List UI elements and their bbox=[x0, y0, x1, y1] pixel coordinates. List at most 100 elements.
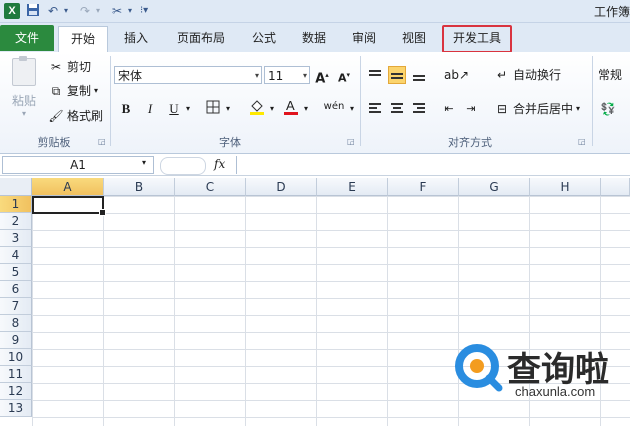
copy-button[interactable]: ⧉ 复制 ▾ bbox=[48, 82, 98, 100]
column-header-h[interactable]: H bbox=[530, 178, 601, 196]
alignment-launcher-icon[interactable]: ◲ bbox=[578, 137, 586, 146]
developer-tab-highlight bbox=[442, 25, 512, 53]
cut-label: 剪切 bbox=[67, 60, 92, 74]
format-painter-button[interactable]: 🖌 格式刷 bbox=[48, 107, 103, 125]
number-format-combo[interactable]: 常规 bbox=[598, 66, 622, 84]
row-header-9[interactable]: 9 bbox=[0, 332, 32, 349]
chevron-down-icon: ▾ bbox=[302, 71, 307, 80]
tools-dropdown-icon[interactable]: ▾ bbox=[128, 3, 132, 19]
borders-icon bbox=[206, 100, 220, 114]
align-middle-button[interactable] bbox=[388, 66, 406, 84]
redo-icon[interactable]: ↷ bbox=[80, 3, 90, 19]
tools-icon[interactable]: ✂ bbox=[112, 3, 122, 19]
row-header-13[interactable]: 13 bbox=[0, 400, 32, 417]
formula-bar-resize-handle[interactable] bbox=[160, 157, 206, 175]
fill-color-dropdown-icon[interactable]: ▾ bbox=[268, 100, 276, 118]
undo-dropdown-icon[interactable]: ▾ bbox=[64, 3, 68, 19]
underline-dropdown-icon[interactable]: ▾ bbox=[184, 100, 192, 118]
tab-home[interactable]: 开始 bbox=[58, 26, 108, 53]
font-name-combo[interactable]: 宋体 ▾ bbox=[114, 66, 262, 84]
tab-view[interactable]: 视图 bbox=[394, 27, 434, 49]
formula-input[interactable] bbox=[236, 156, 630, 174]
tab-data[interactable]: 数据 bbox=[294, 27, 334, 49]
font-color-dropdown-icon[interactable]: ▾ bbox=[302, 100, 310, 118]
paint-bucket-icon bbox=[250, 100, 264, 115]
font-color-button[interactable]: A bbox=[282, 98, 300, 116]
group-separator bbox=[110, 56, 111, 146]
tab-review[interactable]: 审阅 bbox=[344, 27, 384, 49]
align-center-button[interactable] bbox=[388, 100, 406, 118]
phonetic-button[interactable]: wén bbox=[322, 98, 346, 116]
row-header-1[interactable]: 1 bbox=[0, 196, 32, 213]
merge-center-button[interactable]: ⊟ 合并后居中 ▾ bbox=[494, 100, 580, 118]
tab-formulas[interactable]: 公式 bbox=[244, 27, 284, 49]
increase-indent-icon[interactable]: ⇥ bbox=[462, 100, 480, 118]
undo-icon[interactable]: ↶ bbox=[48, 3, 58, 19]
clipboard-launcher-icon[interactable]: ◲ bbox=[98, 137, 106, 146]
phonetic-dropdown-icon[interactable]: ▾ bbox=[348, 100, 356, 118]
align-right-button[interactable] bbox=[410, 100, 428, 118]
copy-icon: ⧉ bbox=[51, 84, 61, 98]
active-cell-a1[interactable] bbox=[32, 196, 106, 216]
fill-handle[interactable] bbox=[99, 209, 106, 216]
cut-button[interactable]: ✂ 剪切 bbox=[48, 58, 91, 76]
orientation-icon[interactable]: ab↗ bbox=[444, 66, 469, 84]
align-top-button[interactable] bbox=[366, 66, 384, 84]
name-box[interactable]: A1 bbox=[2, 156, 154, 174]
italic-button[interactable]: I bbox=[142, 100, 158, 118]
fill-color-button[interactable] bbox=[248, 98, 266, 116]
bold-button[interactable]: B bbox=[118, 100, 134, 118]
row-header-4[interactable]: 4 bbox=[0, 247, 32, 264]
align-left-button[interactable] bbox=[366, 100, 384, 118]
paste-button[interactable]: 粘贴 ▾ bbox=[6, 56, 42, 118]
row-header-8[interactable]: 8 bbox=[0, 315, 32, 332]
column-header-c[interactable]: C bbox=[175, 178, 246, 196]
watermark-logo: 查询啦 chaxunla.com bbox=[455, 344, 630, 404]
excel-app-icon[interactable]: X bbox=[4, 3, 20, 19]
column-header-a[interactable]: A bbox=[32, 178, 104, 196]
align-bottom-button[interactable] bbox=[410, 66, 428, 84]
font-size-combo[interactable]: 11 ▾ bbox=[264, 66, 310, 84]
underline-button[interactable]: U bbox=[166, 100, 182, 118]
decrease-font-icon: ▾ bbox=[346, 71, 351, 79]
grow-font-button[interactable]: A▴ bbox=[314, 66, 330, 86]
font-launcher-icon[interactable]: ◲ bbox=[347, 137, 355, 146]
name-box-dropdown-icon[interactable]: ▾ bbox=[142, 158, 146, 167]
column-header-partial[interactable] bbox=[601, 178, 630, 196]
row-header-6[interactable]: 6 bbox=[0, 281, 32, 298]
column-header-b[interactable]: B bbox=[104, 178, 175, 196]
tab-insert[interactable]: 插入 bbox=[116, 27, 156, 49]
row-header-11[interactable]: 11 bbox=[0, 366, 32, 383]
row-header-10[interactable]: 10 bbox=[0, 349, 32, 366]
paste-dropdown-icon: ▾ bbox=[21, 109, 26, 118]
alignment-group-label: 对齐方式 bbox=[448, 136, 492, 149]
redo-dropdown-icon[interactable]: ▾ bbox=[96, 3, 100, 19]
merge-cells-icon: ⊟ bbox=[496, 102, 508, 116]
borders-button[interactable] bbox=[204, 100, 222, 118]
shrink-font-button[interactable]: A▾ bbox=[336, 66, 352, 85]
insert-function-button[interactable]: fx bbox=[214, 157, 225, 171]
row-header-2[interactable]: 2 bbox=[0, 213, 32, 230]
font-name-value: 宋体 bbox=[118, 69, 143, 83]
row-header-3[interactable]: 3 bbox=[0, 230, 32, 247]
borders-dropdown-icon[interactable]: ▾ bbox=[224, 100, 232, 118]
tab-file[interactable]: 文件 bbox=[0, 25, 54, 51]
save-icon[interactable] bbox=[26, 3, 40, 19]
column-header-d[interactable]: D bbox=[246, 178, 317, 196]
currency-icon: 💱 bbox=[600, 102, 616, 116]
column-header-f[interactable]: F bbox=[388, 178, 459, 196]
row-header-12[interactable]: 12 bbox=[0, 383, 32, 400]
customize-quick-access-icon[interactable]: ⁝▾ bbox=[140, 3, 148, 19]
row-header-5[interactable]: 5 bbox=[0, 264, 32, 281]
select-all-button[interactable] bbox=[0, 178, 32, 196]
tab-page-layout[interactable]: 页面布局 bbox=[166, 27, 236, 49]
watermark-url: chaxunla.com bbox=[515, 384, 596, 399]
wrap-text-button[interactable]: ↵ 自动换行 bbox=[494, 66, 561, 84]
row-header-7[interactable]: 7 bbox=[0, 298, 32, 315]
decrease-indent-icon[interactable]: ⇤ bbox=[440, 100, 458, 118]
column-header-e[interactable]: E bbox=[317, 178, 388, 196]
window-title: 工作簿 bbox=[593, 5, 630, 19]
font-size-value: 11 bbox=[268, 69, 284, 83]
currency-format-button[interactable]: 💱 bbox=[600, 100, 619, 118]
column-header-g[interactable]: G bbox=[459, 178, 530, 196]
